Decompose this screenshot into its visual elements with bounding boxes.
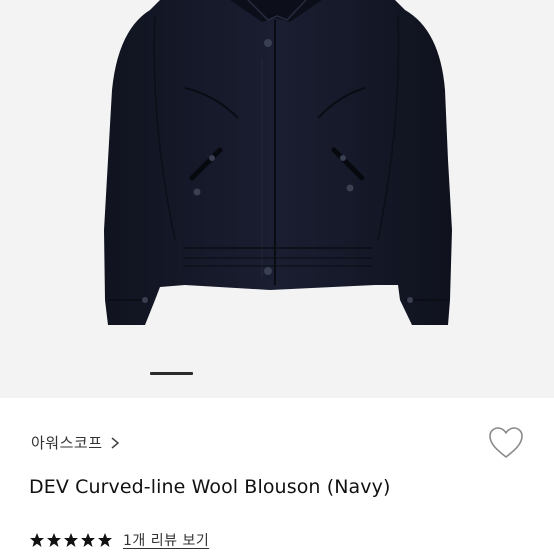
review-link[interactable]: 1개 리뷰 보기 bbox=[123, 530, 209, 550]
chevron-right-icon bbox=[111, 436, 119, 449]
brand-link[interactable]: 아워스코프 bbox=[31, 432, 121, 453]
star-filled-icon bbox=[47, 533, 61, 547]
product-image bbox=[104, 0, 452, 325]
product-image-gallery[interactable] bbox=[0, 0, 554, 398]
product-title: DEV Curved-line Wool Blouson (Navy) bbox=[29, 476, 391, 498]
star-filled-icon bbox=[64, 533, 78, 547]
star-rating bbox=[29, 532, 113, 548]
heart-outline-icon[interactable] bbox=[487, 425, 525, 461]
star-filled-icon bbox=[98, 533, 112, 547]
brand-label: 아워스코프 bbox=[31, 434, 103, 452]
rating-row: 1개 리뷰 보기 bbox=[29, 530, 209, 550]
star-filled-icon bbox=[30, 533, 44, 547]
star-filled-icon bbox=[81, 533, 95, 547]
gallery-indicator-active bbox=[150, 372, 193, 375]
